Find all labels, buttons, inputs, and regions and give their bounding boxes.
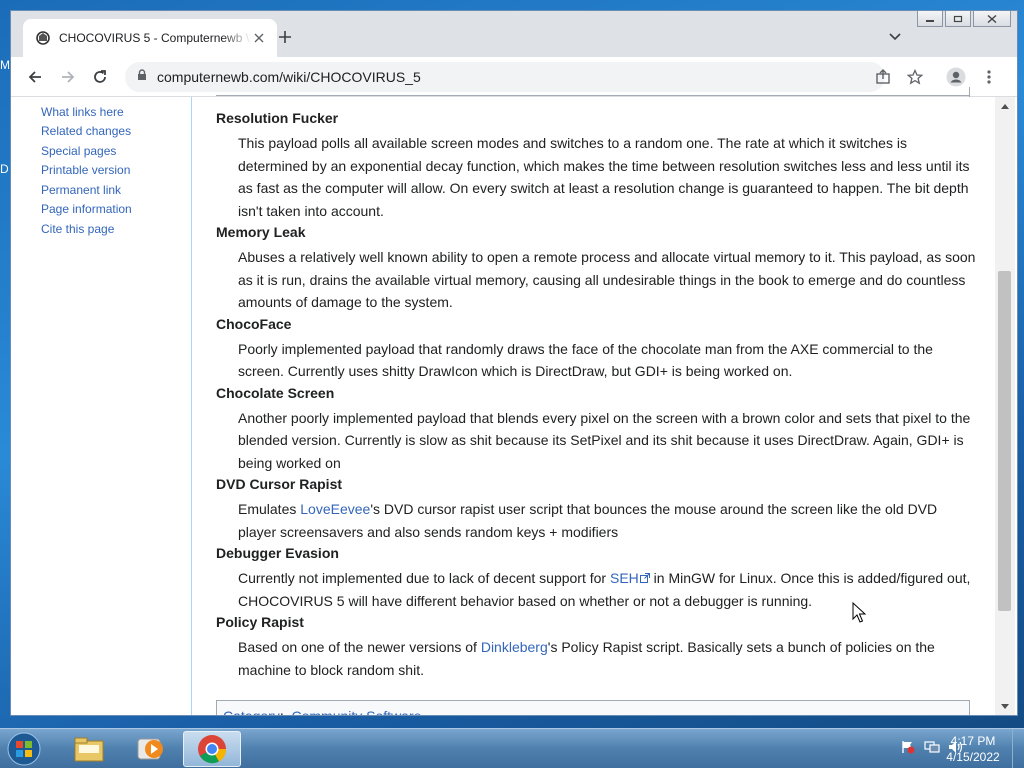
menu-kebab-icon[interactable] xyxy=(979,67,999,87)
file-explorer-taskbar-icon[interactable] xyxy=(60,731,118,767)
sidebar-link-what-links-here[interactable]: What links here xyxy=(41,105,124,119)
payload-title: ChocoFace xyxy=(216,315,292,332)
start-button[interactable] xyxy=(4,730,44,768)
network-icon[interactable] xyxy=(924,739,940,755)
external-link-seh[interactable]: SEH xyxy=(610,570,650,586)
category-link-community-software[interactable]: Community Software xyxy=(291,708,421,715)
wiki-sidebar: What links here Related changes Special … xyxy=(11,97,191,715)
wiki-favicon-icon xyxy=(35,30,51,46)
external-link-icon xyxy=(639,567,650,583)
tab-title: CHOCOVIRUS 5 - Computernewb Wiki xyxy=(59,31,251,45)
divider xyxy=(216,95,970,96)
sidebar-link-related-changes[interactable]: Related changes xyxy=(41,124,131,138)
address-bar[interactable]: computernewb.com/wiki/CHOCOVIRUS_5 xyxy=(125,62,885,92)
scroll-down-arrow-icon[interactable] xyxy=(999,701,1011,711)
new-tab-icon[interactable] xyxy=(273,25,297,49)
text-segment: Emulates xyxy=(238,501,301,517)
show-desktop-button[interactable] xyxy=(1012,729,1024,768)
clock-date: 4/15/2022 xyxy=(946,750,1000,764)
payload-description: This payload polls all available screen … xyxy=(238,135,970,219)
taskbar: 4:17 PM 4/15/2022 xyxy=(0,728,1024,768)
lock-icon[interactable] xyxy=(137,68,147,86)
back-arrow-icon[interactable] xyxy=(25,67,45,87)
tab-strip: CHOCOVIRUS 5 - Computernewb Wiki xyxy=(11,11,1017,57)
url-text: computernewb.com/wiki/CHOCOVIRUS_5 xyxy=(157,69,421,85)
payload-description: Poorly implemented payload that randomly… xyxy=(238,340,933,380)
action-center-flag-icon[interactable] xyxy=(900,739,916,755)
close-window-button[interactable] xyxy=(973,11,1011,27)
payload-description: Abuses a relatively well known ability t… xyxy=(238,249,976,310)
payload-description: Another poorly implemented payload that … xyxy=(238,409,971,471)
chrome-taskbar-icon[interactable] xyxy=(183,731,241,767)
payload-description: Emulates LoveEevee's DVD cursor rapist u… xyxy=(238,498,976,544)
sidebar-link-cite-this-page[interactable]: Cite this page xyxy=(41,222,114,236)
mouse-cursor-icon xyxy=(852,601,867,624)
article-content: Resolution Fucker This payload polls all… xyxy=(191,87,995,716)
payload-title: Chocolate Screen xyxy=(216,384,335,401)
category-box: Category: Community Software xyxy=(216,700,970,716)
media-player-taskbar-icon[interactable] xyxy=(121,731,179,767)
text-segment: Currently not implemented due to lack of… xyxy=(238,570,610,586)
vertical-scrollbar[interactable] xyxy=(995,97,1015,715)
category-separator: : xyxy=(279,708,292,716)
payload-title: DVD Cursor Rapist xyxy=(216,476,343,492)
sidebar-link-special-pages[interactable]: Special pages xyxy=(41,144,116,158)
payload-list: Resolution Fucker This payload polls all… xyxy=(216,109,976,682)
browser-window: CHOCOVIRUS 5 - Computernewb Wiki compute… xyxy=(10,10,1018,716)
taskbar-clock[interactable]: 4:17 PM 4/15/2022 xyxy=(944,733,1002,765)
reload-icon[interactable] xyxy=(90,67,110,87)
sidebar-link-printable-version[interactable]: Printable version xyxy=(41,163,130,177)
payload-title: Resolution Fucker xyxy=(216,110,339,126)
sidebar-link-permanent-link[interactable]: Permanent link xyxy=(41,183,121,197)
category-label-link[interactable]: Category xyxy=(223,708,280,715)
chevron-down-icon[interactable] xyxy=(885,27,905,47)
page-viewport: What links here Related changes Special … xyxy=(11,87,1017,716)
browser-toolbar: computernewb.com/wiki/CHOCOVIRUS_5 xyxy=(11,57,1017,97)
share-icon[interactable] xyxy=(873,67,893,87)
clock-time: 4:17 PM xyxy=(950,734,996,748)
payload-description: Based on one of the newer versions of Di… xyxy=(238,636,976,682)
bookmark-star-icon[interactable] xyxy=(905,67,925,87)
user-link-dinkleberg[interactable]: Dinkleberg xyxy=(481,639,548,655)
close-tab-icon[interactable] xyxy=(251,30,267,46)
user-link-loveeevee[interactable]: LoveEevee xyxy=(300,501,370,517)
payload-title: Memory Leak xyxy=(216,224,306,240)
profile-avatar-icon[interactable] xyxy=(946,67,966,87)
maximize-button[interactable] xyxy=(945,11,971,27)
scrollbar-thumb[interactable] xyxy=(998,271,1011,611)
window-controls xyxy=(917,11,1011,27)
minimize-button[interactable] xyxy=(917,11,943,27)
browser-tab[interactable]: CHOCOVIRUS 5 - Computernewb Wiki xyxy=(23,19,277,57)
sidebar-link-page-information[interactable]: Page information xyxy=(41,202,132,216)
payload-title: Debugger Evasion xyxy=(216,545,339,561)
text-segment: Based on one of the newer versions of xyxy=(238,639,481,655)
divider xyxy=(969,87,970,97)
scroll-up-arrow-icon[interactable] xyxy=(999,101,1011,111)
forward-arrow-icon[interactable] xyxy=(58,67,78,87)
link-text: SEH xyxy=(609,570,639,586)
